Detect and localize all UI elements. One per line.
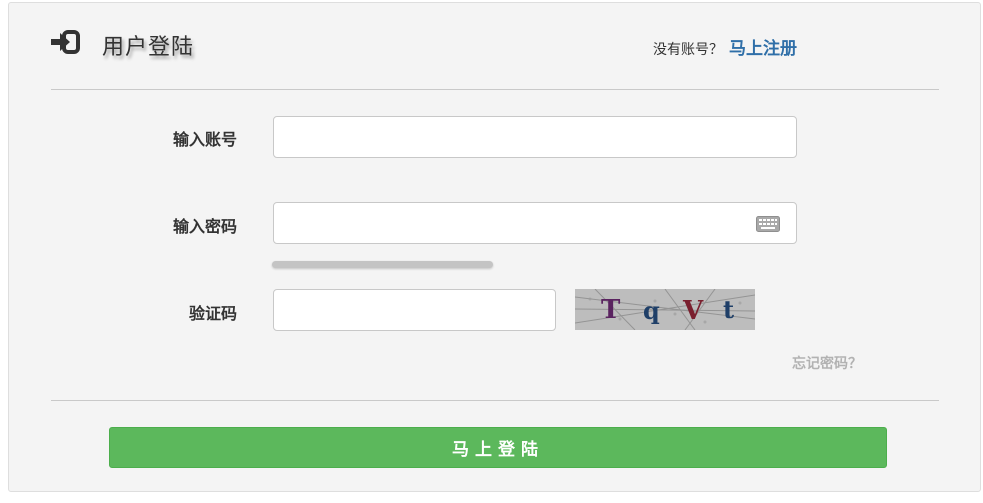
login-panel — [8, 2, 981, 492]
captcha-char-3: V — [682, 296, 704, 326]
keyboard-icon[interactable] — [756, 216, 780, 232]
captcha-label: 验证码 — [188, 304, 237, 323]
register-area: 没有账号？ 马上注册 — [653, 34, 797, 59]
sign-in-icon — [51, 30, 80, 54]
password-input[interactable] — [273, 202, 797, 244]
footer-divider — [51, 400, 939, 401]
login-button[interactable]: 马上登陆 — [109, 427, 887, 468]
password-strength-bar — [272, 261, 493, 268]
header-divider — [51, 89, 939, 90]
captcha-char-4: t — [723, 295, 734, 324]
account-label: 输入账号 — [172, 130, 237, 149]
page-title: 用户登陆 — [102, 35, 195, 60]
captcha-char-1: T — [601, 295, 621, 325]
captcha-image[interactable]: T q V t — [575, 289, 755, 330]
captcha-char-2: q — [643, 296, 660, 325]
register-link[interactable]: 马上注册 — [729, 39, 797, 59]
forgot-password-link[interactable]: 忘记密码？ — [792, 353, 862, 373]
register-prompt: 没有账号？ — [653, 42, 723, 58]
account-input[interactable] — [273, 116, 797, 158]
captcha-input[interactable] — [273, 289, 556, 331]
password-label: 输入密码 — [172, 217, 237, 236]
